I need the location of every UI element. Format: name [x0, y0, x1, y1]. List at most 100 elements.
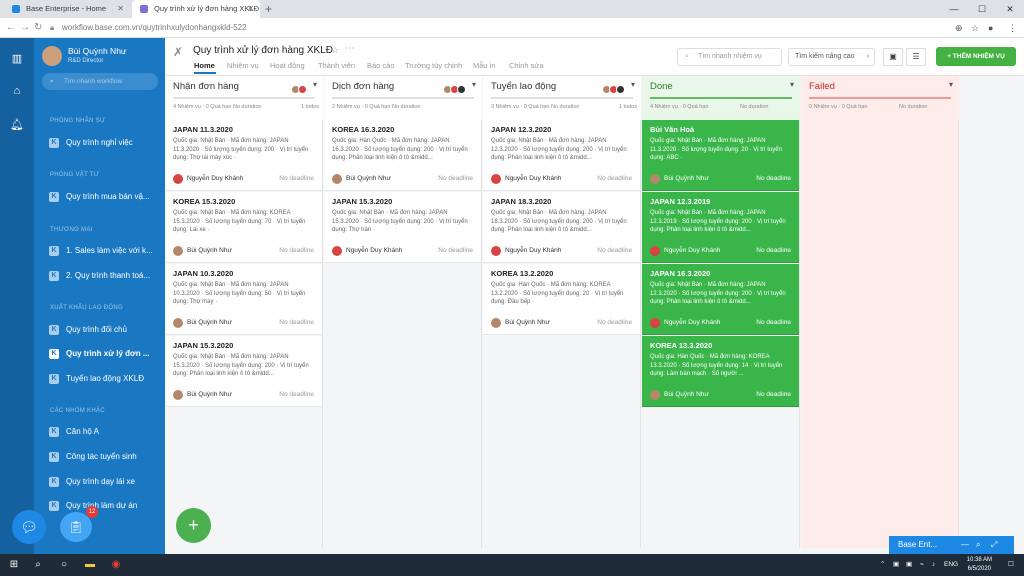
card-deadline: No deadline	[597, 247, 632, 254]
column-members[interactable]	[602, 81, 625, 94]
volume-icon[interactable]: ♪	[932, 554, 935, 576]
caret-down-icon[interactable]: ▾	[631, 80, 635, 89]
url-field[interactable]: workflow.base.com.vn/quytrinhxulydonhang…	[62, 21, 247, 35]
tab-thanh-vien[interactable]: Thành viên	[318, 61, 355, 70]
tab-hoat-dong[interactable]: Hoạt động	[270, 61, 305, 70]
clock[interactable]: 10:38 AM 6/5/2020	[967, 556, 992, 573]
window-close-icon[interactable]: ✕	[996, 0, 1024, 18]
task-card[interactable]: JAPAN 16.3.2020 Quốc gia: Nhật Bản · Mã đ…	[642, 264, 799, 335]
home-icon[interactable]: ⌂	[10, 84, 24, 98]
column-title: Nhận đơn hàng	[173, 81, 239, 92]
add-task-button[interactable]: + THÊM NHIỆM VỤ	[936, 47, 1016, 66]
card-title: JAPAN 12.3.2019	[650, 197, 711, 206]
task-card[interactable]: JAPAN 12.3.2020 Quốc gia: Nhật Bản · Mã đ…	[483, 120, 640, 191]
windows-start-icon[interactable]: ⊞	[6, 557, 22, 573]
star-icon[interactable]: ☆	[331, 45, 339, 56]
file-explorer-icon[interactable]: ▬	[82, 557, 98, 573]
list-view-button[interactable]: ☰	[906, 48, 926, 66]
tab-truong-tuy-chinh[interactable]: Trường tùy chỉnh	[405, 61, 462, 70]
column-members[interactable]	[291, 81, 307, 94]
task-search-input[interactable]: ⌕ Tìm nhanh nhiệm vụ	[677, 48, 782, 66]
forward-icon[interactable]: →	[20, 18, 30, 38]
sidebar-item-tuyen-sinh[interactable]: K Công tác tuyển sinh	[42, 447, 165, 467]
workflow-favicon-icon	[140, 5, 148, 13]
sidebar-item-thanh-toan[interactable]: K 2. Quy trình thanh toá...	[42, 266, 165, 286]
search-icon[interactable]: ⌕	[976, 536, 980, 554]
avatar	[457, 85, 466, 94]
column-header[interactable]: Done ▾ 4 Nhiệm vụ · 0 Quá hạn No duration	[642, 76, 800, 120]
task-card[interactable]: KOREA 13.2.2020 Quốc gia: Hàn Quốc · Mã đ…	[483, 264, 640, 335]
browser-menu-icon[interactable]: ⋮	[1008, 18, 1017, 38]
column-header[interactable]: Nhận đơn hàng ▾ 4 Nhiệm vụ · 0 Quá hạn No d…	[165, 76, 323, 120]
sidebar-item-sales[interactable]: K 1. Sales làm việc với k...	[42, 241, 165, 261]
notifications-icon[interactable]: ☐	[1008, 554, 1014, 576]
tray-app-icon[interactable]: ▣	[893, 554, 899, 576]
back-icon[interactable]: ←	[6, 18, 16, 38]
sidebar-item-tuyen-lao-dong[interactable]: K Tuyển lao động XKLĐ	[42, 369, 165, 389]
sidebar-item-can-ho-a[interactable]: K Căn hộ A	[42, 422, 165, 442]
workflow-search-input[interactable]: ⌕ Tìm nhanh workflow	[42, 73, 158, 90]
expand-icon[interactable]: ⤢	[991, 536, 997, 554]
task-card[interactable]: JAPAN 18.3.2020 Quốc gia: Nhật Bản · Mã đ…	[483, 192, 640, 263]
browser-tab-home[interactable]: Base Enterprise - Home ✕	[4, 0, 130, 18]
tab-nhiem-vu[interactable]: Nhiệm vụ	[227, 61, 259, 70]
profile-icon[interactable]: ●	[988, 18, 993, 38]
tab-mau-in[interactable]: Mẫu in	[473, 61, 496, 70]
card-assignee: Bùi Quỳnh Như	[346, 175, 391, 182]
tab-bao-cao[interactable]: Báo cáo	[367, 61, 395, 70]
chat-bubble-button[interactable]: 💬︎	[12, 510, 46, 544]
advanced-search-button[interactable]: Tìm kiếm nâng cao ›	[788, 48, 875, 66]
caret-down-icon[interactable]: ▾	[949, 80, 953, 89]
task-card[interactable]: JAPAN 15.3.2020 Quốc gia: Nhật Bản · Mã đ…	[165, 336, 322, 407]
tray-up-icon[interactable]: ⌃	[880, 554, 885, 576]
sidebar-item-doi-chu[interactable]: K Quy trình đối chủ	[42, 320, 165, 340]
search-icon[interactable]: ⌕	[30, 557, 46, 573]
task-view-icon[interactable]: ○	[56, 557, 72, 573]
minimize-icon[interactable]: —	[961, 536, 969, 554]
reload-icon[interactable]: ↻	[34, 18, 42, 38]
tab-home[interactable]: Home	[194, 61, 215, 70]
browser-tab-workflow[interactable]: Quy trình xử lý đơn hàng XKLĐ ✕	[132, 0, 260, 18]
sidebar-section-title: THƯƠNG MẠI	[50, 227, 93, 233]
app-logo-icon[interactable]: ▥	[10, 52, 24, 66]
board-view-button[interactable]: ▣	[883, 48, 903, 66]
task-card[interactable]: KOREA 16.3.2020 Quốc gia: Hàn Quốc · Mã đ…	[324, 120, 481, 191]
sidebar-item-xu-ly-don-hang[interactable]: K Quy trình xử lý đơn ...	[42, 344, 165, 364]
task-card[interactable]: JAPAN 10.3.2020 Quốc gia: Nhật Bản · Mã đ…	[165, 264, 322, 335]
column-members[interactable]	[443, 81, 466, 94]
sidebar-item-du-an[interactable]: K Quy trình làm dự án	[42, 496, 165, 516]
tray-app-icon[interactable]: ▣	[906, 554, 912, 576]
task-card[interactable]: Bùi Văn Hoà Quốc gia: Nhật Bản · Mã đơn h…	[642, 120, 799, 191]
sidebar-item-quy-trinh-nghi-viec[interactable]: K Quy trình nghỉ việc	[42, 133, 165, 153]
column-header[interactable]: Dịch đơn hàng ▾ 2 Nhiệm vụ · 0 Quá hạn No d…	[324, 76, 482, 120]
caret-down-icon[interactable]: ▾	[472, 80, 476, 89]
more-icon[interactable]: ⋯	[345, 43, 355, 54]
task-card[interactable]: JAPAN 11.3.2020 Quốc gia: Nhật Bản · Mã đ…	[165, 120, 322, 191]
task-card[interactable]: JAPAN 12.3.2019 Quốc gia: Nhật Bản · Mã đ…	[642, 192, 799, 263]
minimize-icon[interactable]: —	[940, 0, 968, 18]
chrome-icon[interactable]: ◉	[108, 557, 124, 573]
sidebar-item-day-lai-xe[interactable]: K Quy trình dạy lái xe	[42, 472, 165, 492]
new-tab-button[interactable]: +	[265, 0, 272, 18]
column-header[interactable]: Failed ▾ 0 Nhiệm vụ · 0 Quá hạn No duration	[801, 76, 959, 120]
avatar[interactable]	[42, 46, 62, 66]
sidebar-item-quy-trinh-mua-ban[interactable]: K Quy trình mua bán vậ...	[42, 187, 165, 207]
caret-down-icon[interactable]: ▾	[790, 80, 794, 89]
zoom-icon[interactable]: ⊕	[955, 18, 963, 38]
close-icon[interactable]: ✕	[247, 0, 254, 18]
column-duration: No duration	[392, 104, 421, 110]
network-icon[interactable]: ⌁	[920, 554, 924, 576]
task-card[interactable]: KOREA 15.3.2020 Quốc gia: Nhật Bản · Mã đ…	[165, 192, 322, 263]
bookmark-star-icon[interactable]: ☆	[971, 18, 979, 38]
close-icon[interactable]: ✕	[117, 0, 124, 18]
language-indicator[interactable]: ENG	[944, 554, 958, 576]
task-card[interactable]: KOREA 13.3.2020 Quốc gia: Hàn Quốc · Mã đ…	[642, 336, 799, 407]
maximize-icon[interactable]: ☐	[968, 0, 996, 18]
task-card[interactable]: JAPAN 15.3.2020 Quốc gia: Nhật Bản · Mã đ…	[324, 192, 481, 263]
tab-chinh-sua[interactable]: Chỉnh sửa	[509, 61, 544, 70]
notification-bell-icon[interactable]: 🔔︎	[10, 118, 24, 132]
chat-bar[interactable]: Base Ent... — ⌕ ⤢	[889, 536, 1014, 554]
caret-down-icon[interactable]: ▾	[313, 80, 317, 89]
column-header[interactable]: Tuyển lao động ▾ 3 Nhiệm vụ · 0 Quá hạn No …	[483, 76, 641, 120]
add-fab-button[interactable]: +	[176, 508, 211, 543]
